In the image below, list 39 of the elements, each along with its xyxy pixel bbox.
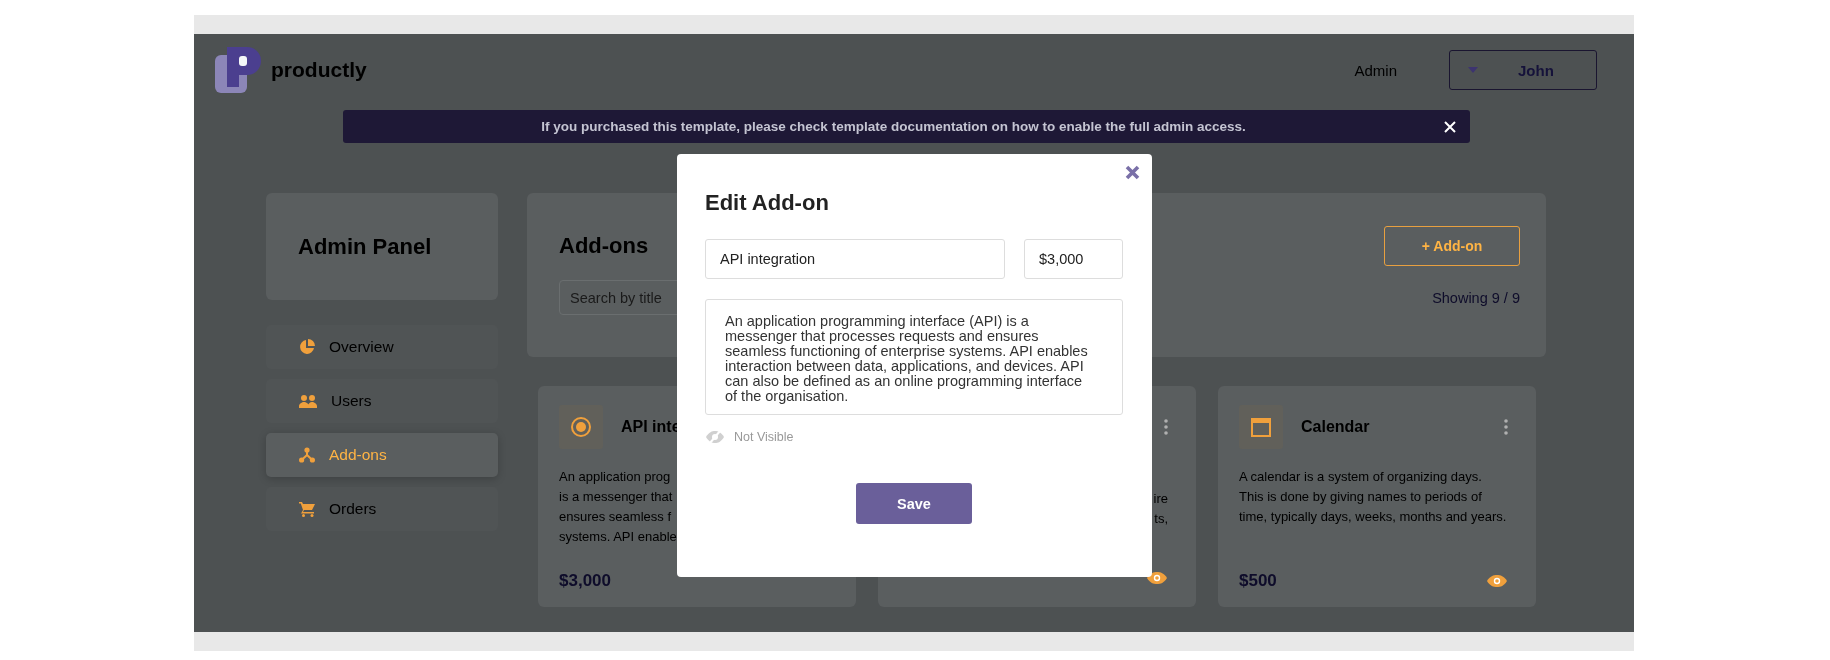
description-line: This is done by giving names to periods of bbox=[1239, 488, 1482, 506]
eye-icon[interactable] bbox=[1486, 574, 1508, 588]
page-title: Add-ons bbox=[559, 233, 649, 259]
user-role: Admin bbox=[1354, 61, 1397, 79]
name-field[interactable]: API integration bbox=[705, 239, 1005, 279]
more-icon[interactable] bbox=[1504, 419, 1508, 435]
card-price: $3,000 bbox=[559, 571, 611, 591]
target-icon bbox=[570, 416, 592, 438]
save-button[interactable]: Save bbox=[856, 483, 972, 524]
users-icon bbox=[299, 394, 317, 408]
description-line: ts, bbox=[1154, 510, 1168, 528]
cart-icon bbox=[299, 501, 315, 517]
price-field[interactable]: $3,000 bbox=[1024, 239, 1123, 279]
description-line: systems. API enable bbox=[559, 528, 677, 546]
branch-icon bbox=[299, 447, 315, 463]
calendar-icon bbox=[1251, 417, 1271, 437]
description-field[interactable]: An application programming interface (API) is a messenger that processes requests and ensures seamless functioning of enterprise systems. API enables interaction between data, applications, and devices. API can also be defined as an online programming interface of the organisation. bbox=[705, 299, 1123, 415]
user-dropdown[interactable]: John bbox=[1449, 50, 1597, 90]
more-icon[interactable] bbox=[1164, 419, 1168, 435]
description-line: ire bbox=[1153, 490, 1168, 508]
card-title: Calendar bbox=[1301, 418, 1370, 436]
add-button[interactable]: + Add-on bbox=[1384, 226, 1520, 266]
result-count: Showing 9 / 9 bbox=[1432, 289, 1520, 306]
description-line: A calendar is a system of organizing days. bbox=[1239, 468, 1482, 486]
description-line: time, typically days, weeks, months and years. bbox=[1239, 508, 1507, 526]
description-line: An application prog bbox=[559, 468, 671, 486]
brand-name: productly bbox=[271, 58, 367, 82]
pie-chart-icon bbox=[299, 339, 315, 355]
description-line: is a messenger that bbox=[559, 488, 673, 506]
visibility-label: Not Visible bbox=[734, 430, 794, 444]
sidebar-title: Admin Panel bbox=[298, 233, 432, 260]
sidebar-item[interactable]: Add-ons bbox=[266, 433, 498, 477]
card-price: $500 bbox=[1239, 571, 1277, 591]
description-line: ensures seamless f bbox=[559, 508, 671, 526]
dialog-title: Edit Add-on bbox=[705, 190, 830, 216]
caret-icon bbox=[1468, 67, 1478, 73]
logo-icon bbox=[215, 47, 261, 93]
notice-text: If you purchased this template, please check template documentation on how to enable the full admin access. bbox=[540, 119, 1247, 134]
eye-icon[interactable] bbox=[1146, 571, 1168, 585]
